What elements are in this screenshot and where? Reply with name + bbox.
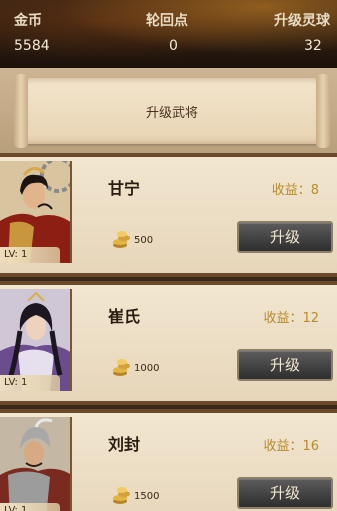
general-name: 刘封 bbox=[108, 435, 141, 454]
income-label: 收益：16 bbox=[263, 439, 319, 454]
upgrade-orb-label: 升级灵球 bbox=[274, 13, 330, 29]
upgrade-cost-value: 1500 bbox=[134, 491, 160, 502]
general-name: 崔氏 bbox=[108, 307, 141, 326]
upgrade-button[interactable]: 升级 bbox=[237, 477, 333, 509]
income-label: 收益：8 bbox=[271, 183, 319, 198]
cycle-points-label: 轮回点 bbox=[146, 13, 188, 29]
general-portrait[interactable]: LV: 1 bbox=[0, 161, 72, 263]
page-title: 升级武将 bbox=[145, 106, 198, 121]
level-badge: LV: 1 bbox=[0, 247, 60, 263]
general-card: LV: 1 崔氏 收益：12 1000 升级 bbox=[0, 281, 337, 405]
upgrade-orb-value: 32 bbox=[304, 38, 322, 54]
portrait-image bbox=[0, 417, 70, 511]
title-scroll: 升级武将 bbox=[14, 74, 330, 148]
upgrade-cost-value: 1000 bbox=[134, 363, 160, 374]
general-name: 甘宁 bbox=[108, 179, 141, 198]
gold-coin-stack-icon bbox=[113, 359, 130, 376]
general-card: LV: 1 刘封 收益：16 1500 升级 bbox=[0, 409, 337, 511]
gold-value: 5584 bbox=[14, 38, 50, 54]
level-badge: LV: 1 bbox=[0, 375, 60, 391]
gold-label: 金币 bbox=[14, 13, 42, 29]
level-badge: LV: 1 bbox=[0, 503, 60, 511]
upgrade-button[interactable]: 升级 bbox=[237, 349, 333, 381]
income-label: 收益：12 bbox=[263, 311, 319, 326]
gold-coin-stack-icon bbox=[113, 487, 130, 504]
general-portrait[interactable]: LV: 1 bbox=[0, 417, 72, 511]
cycle-points-value: 0 bbox=[169, 38, 178, 54]
general-card: LV: 1 甘宁 收益：8 500 升级 bbox=[0, 153, 337, 277]
upgrade-button[interactable]: 升级 bbox=[237, 221, 333, 253]
upgrade-cost-value: 500 bbox=[134, 235, 154, 246]
general-list[interactable]: LV: 1 甘宁 收益：8 500 升级 LV: 1 崔氏 收益：12 1000… bbox=[0, 153, 337, 511]
gold-coin-stack-icon bbox=[113, 231, 130, 248]
resource-bar: 金币 5584 轮回点 0 升级灵球 32 bbox=[0, 0, 337, 68]
general-portrait[interactable]: LV: 1 bbox=[0, 289, 72, 391]
